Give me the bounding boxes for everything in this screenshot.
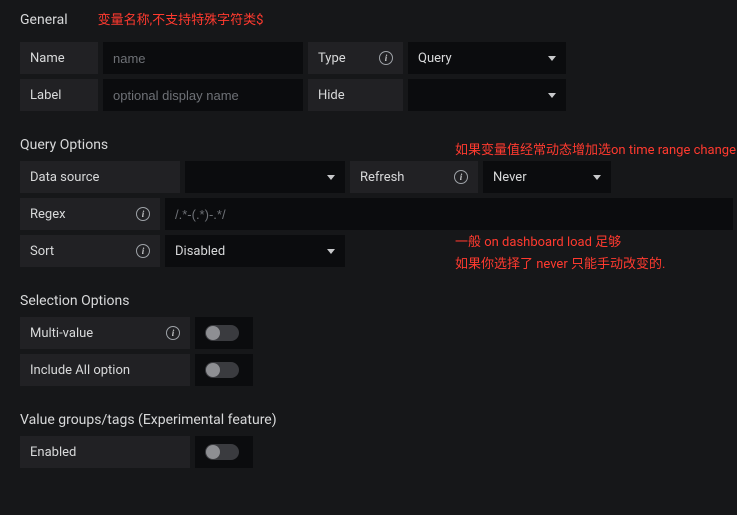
- info-icon[interactable]: i: [136, 207, 150, 221]
- type-select-value: Query: [418, 51, 452, 66]
- selection-options-rows: Multi-value i Include All option: [20, 317, 737, 386]
- include-all-label-text: Include All option: [30, 363, 130, 378]
- chevron-down-icon: [327, 175, 335, 180]
- regex-label-text: Regex: [30, 207, 66, 222]
- refresh-label-text: Refresh: [360, 170, 404, 185]
- hide-label: Hide: [308, 79, 403, 111]
- include-all-label: Include All option: [20, 354, 190, 386]
- multi-value-label: Multi-value i: [20, 317, 190, 349]
- general-rows: Name Type i Query Label Hide: [20, 42, 737, 111]
- annotation-refresh-2: 一般 on dashboard load 足够: [455, 234, 737, 253]
- include-all-toggle[interactable]: [205, 362, 239, 378]
- annotation-refresh-1: 如果变量值经常动态增加选on time range change: [455, 142, 737, 161]
- refresh-select[interactable]: Never: [483, 161, 611, 193]
- enabled-label-text: Enabled: [30, 445, 76, 460]
- type-label: Type i: [308, 42, 403, 74]
- sort-select[interactable]: Disabled: [165, 235, 345, 267]
- regex-label: Regex i: [20, 198, 160, 230]
- name-label: Name: [20, 42, 98, 74]
- sort-label: Sort i: [20, 235, 160, 267]
- type-select[interactable]: Query: [408, 42, 566, 74]
- chevron-down-icon: [548, 93, 556, 98]
- section-title-selection-options: Selection Options: [20, 293, 737, 309]
- hide-label-text: Hide: [318, 88, 345, 103]
- data-source-select[interactable]: [185, 161, 345, 193]
- info-icon[interactable]: i: [166, 326, 180, 340]
- section-title-value-groups: Value groups/tags (Experimental feature): [20, 412, 737, 428]
- multi-value-toggle[interactable]: [205, 325, 239, 341]
- value-groups-rows: Enabled: [20, 436, 737, 468]
- refresh-select-value: Never: [493, 170, 527, 185]
- enabled-toggle[interactable]: [205, 444, 239, 460]
- chevron-down-icon: [327, 249, 335, 254]
- annotation-refresh-3: 如果你选择了 never 只能手动改变的.: [455, 256, 737, 275]
- annotation-general: 变量名称,不支持特殊字符类$: [98, 12, 264, 31]
- type-label-text: Type: [318, 51, 346, 66]
- data-source-label: Data source: [20, 161, 180, 193]
- name-input[interactable]: [103, 42, 303, 74]
- regex-input[interactable]: [165, 198, 733, 230]
- enabled-label: Enabled: [20, 436, 190, 468]
- info-icon[interactable]: i: [136, 244, 150, 258]
- chevron-down-icon: [593, 175, 601, 180]
- sort-label-text: Sort: [30, 244, 54, 259]
- info-icon[interactable]: i: [379, 51, 393, 65]
- label-label: Label: [20, 79, 98, 111]
- label-input[interactable]: [103, 79, 303, 111]
- refresh-label: Refresh i: [350, 161, 478, 193]
- chevron-down-icon: [548, 56, 556, 61]
- section-title-general: General: [20, 12, 68, 28]
- info-icon[interactable]: i: [454, 170, 468, 184]
- multi-value-label-text: Multi-value: [30, 326, 93, 341]
- sort-select-value: Disabled: [175, 244, 225, 259]
- hide-select[interactable]: [408, 79, 566, 111]
